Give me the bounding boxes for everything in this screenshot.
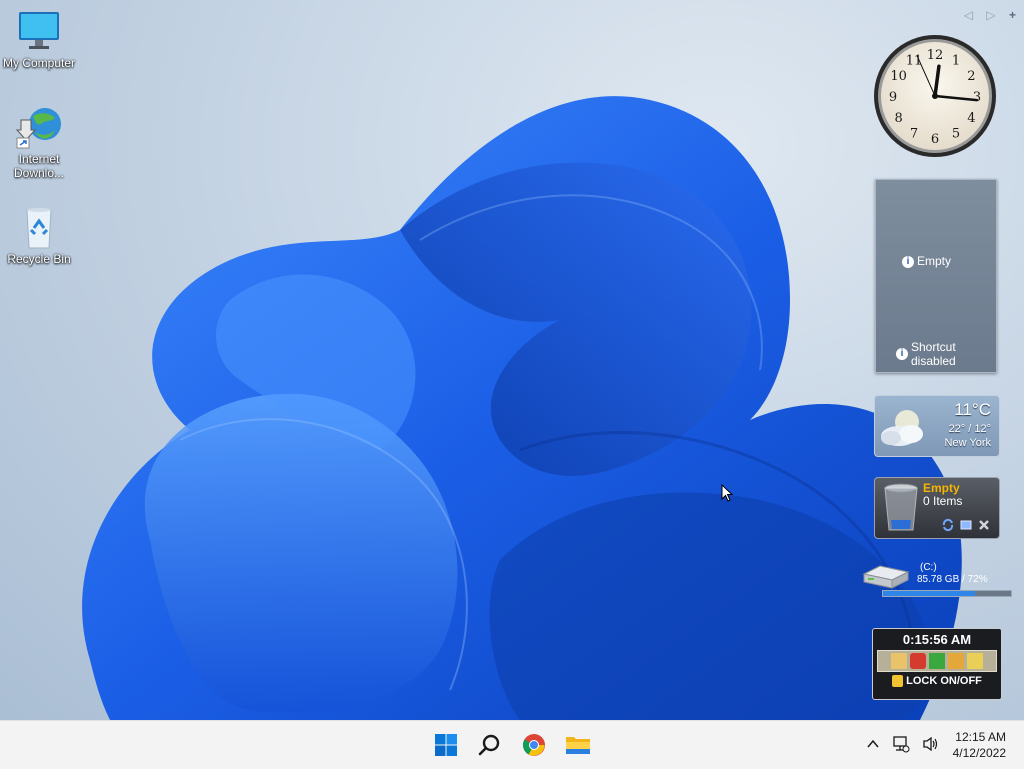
taskbar-time: 12:15 AM [955, 730, 1006, 744]
padlock-icon [892, 675, 904, 687]
clock-number: 9 [889, 90, 897, 105]
empty-bin-icon[interactable] [977, 518, 991, 532]
slideshow-status: i Empty [902, 254, 951, 268]
recycle-status: Empty [923, 481, 960, 495]
recycle-item-count: 0 Items [923, 494, 963, 508]
next-page-icon[interactable]: ▷ [986, 8, 995, 22]
hard-drive-icon [862, 565, 910, 589]
settings-icon[interactable] [929, 653, 945, 669]
start-icon [435, 734, 457, 756]
chevron-up-icon[interactable] [866, 737, 880, 751]
taskbar-date: 4/12/2022 [952, 746, 1006, 760]
lock-button-row [877, 650, 997, 672]
system-tray [866, 735, 940, 753]
file-explorer-icon [566, 737, 590, 754]
info-icon: i [902, 255, 914, 268]
internet-download-manager-icon [15, 106, 63, 150]
slideshow-gadget[interactable]: i Empty i Shortcut disabled [875, 179, 997, 373]
recycle-bin-gadget[interactable]: Empty 0 Items [874, 477, 1000, 539]
desktop-icon-recycle-bin[interactable]: Recycle Bin [0, 206, 78, 266]
gadget-controls: ◁ ▷ + [954, 8, 1016, 22]
clock-gadget[interactable]: 12 1 2 3 4 5 6 7 8 9 10 11 [872, 33, 998, 159]
volume-icon[interactable] [922, 735, 940, 753]
desktop-icon-internet-download-manager[interactable]: Internet Downlo... [0, 106, 78, 180]
lock-time: 0:15:56 AM [902, 632, 972, 647]
refresh-icon[interactable] [941, 518, 955, 532]
key-icon[interactable] [948, 653, 964, 669]
notes-icon[interactable] [967, 653, 983, 669]
clock-number: 2 [967, 69, 975, 84]
lock-toggle[interactable]: LOCK ON/OFF [873, 675, 1001, 687]
desktop[interactable]: My Computer Internet Downlo... Recycle B… [0, 0, 1024, 720]
clock-number: 7 [910, 126, 918, 141]
drive-usage-fill [883, 591, 976, 596]
wallpaper-bloom [82, 96, 962, 720]
taskbar-clock[interactable]: 12:15 AM 4/12/2022 [953, 729, 1006, 761]
weather-gadget[interactable]: 11°C 22° / 12° New York [874, 395, 1000, 457]
search-icon [478, 734, 500, 756]
drive-usage: 85.78 GB / 72% [917, 574, 988, 585]
cloudy-moon-icon [881, 410, 923, 446]
taskbar: 12:15 AM 4/12/2022 [0, 720, 1024, 769]
info-icon: i [896, 348, 908, 360]
recycle-bin-icon [15, 206, 63, 250]
chrome-icon [522, 734, 545, 756]
network-icon[interactable] [892, 735, 910, 753]
recycle-actions [941, 518, 991, 532]
monitor-icon [15, 10, 63, 54]
slideshow-note: i Shortcut disabled [896, 340, 956, 368]
desktop-icon-label: Internet [18, 152, 60, 166]
drive-gadget[interactable]: (C:) 85.78 GB / 72% [858, 558, 1012, 600]
clock-number: 6 [931, 132, 939, 147]
add-gadget-icon[interactable]: + [1009, 8, 1016, 22]
recycle-bin-icon [884, 483, 918, 531]
mouse-cursor-icon [721, 484, 733, 502]
previous-page-icon[interactable]: ◁ [964, 8, 973, 22]
weather-city: New York [944, 437, 991, 449]
power-icon[interactable] [910, 653, 926, 669]
desktop-icon-label: My Computer [2, 56, 76, 70]
chrome-button[interactable] [518, 729, 550, 761]
clock-number: 10 [890, 69, 907, 84]
clock-number: 12 [927, 48, 944, 63]
drive-letter: (C:) [920, 562, 937, 573]
desktop-icon-label: Recycle Bin [7, 252, 71, 266]
clock-number: 5 [952, 126, 960, 141]
analog-clock: 12 1234567891011 [874, 35, 996, 157]
start-button[interactable] [430, 729, 462, 761]
file-explorer-button[interactable] [562, 729, 594, 761]
open-window-icon[interactable] [959, 518, 973, 532]
clock-number: 8 [894, 111, 902, 126]
clock-number: 4 [967, 111, 975, 126]
weather-range: 22° / 12° [948, 423, 991, 435]
desktop-icon-my-computer[interactable]: My Computer [0, 10, 78, 70]
desktop-icon-label: Downlo... [13, 166, 65, 180]
search-button[interactable] [474, 729, 506, 761]
weather-temperature: 11°C [954, 400, 991, 419]
drive-usage-bar [882, 590, 1012, 597]
folder-icon[interactable] [891, 653, 907, 669]
clock-number: 1 [952, 54, 960, 69]
lock-gadget[interactable]: 0:15:56 AM LOCK ON/OFF [872, 628, 1002, 700]
clock-number: 3 [973, 90, 981, 105]
